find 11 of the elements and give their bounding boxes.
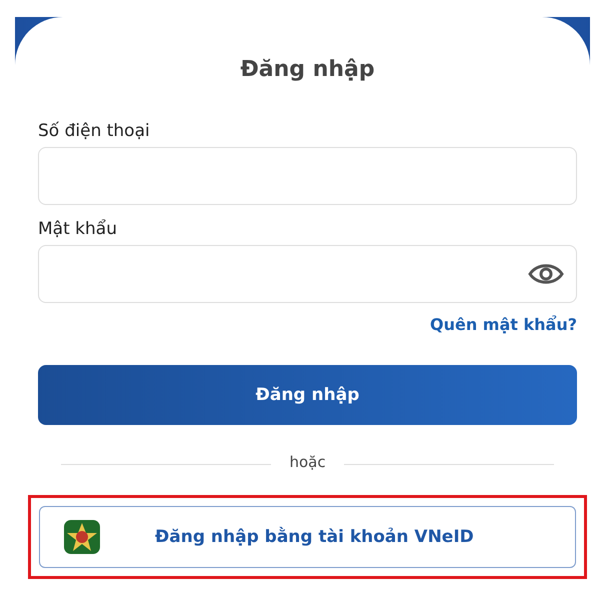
field-label: Số điện thoại bbox=[38, 121, 151, 143]
field-label: Mật khẩu bbox=[38, 219, 118, 241]
forgot-password-link[interactable]: Quên mật khẩu? bbox=[430, 315, 577, 339]
eye-icon[interactable] bbox=[528, 262, 564, 286]
divider-text: hoặc bbox=[289, 453, 326, 473]
password-field[interactable] bbox=[38, 245, 577, 303]
input-field[interactable] bbox=[38, 147, 577, 205]
login-button[interactable]: Đăng nhập bbox=[38, 365, 577, 425]
page-title: Đăng nhập bbox=[239, 56, 376, 84]
star-emblem-icon bbox=[64, 520, 100, 554]
vneid-login-button[interactable]: Đăng nhập bằng tài khoản VNeID bbox=[39, 506, 576, 568]
